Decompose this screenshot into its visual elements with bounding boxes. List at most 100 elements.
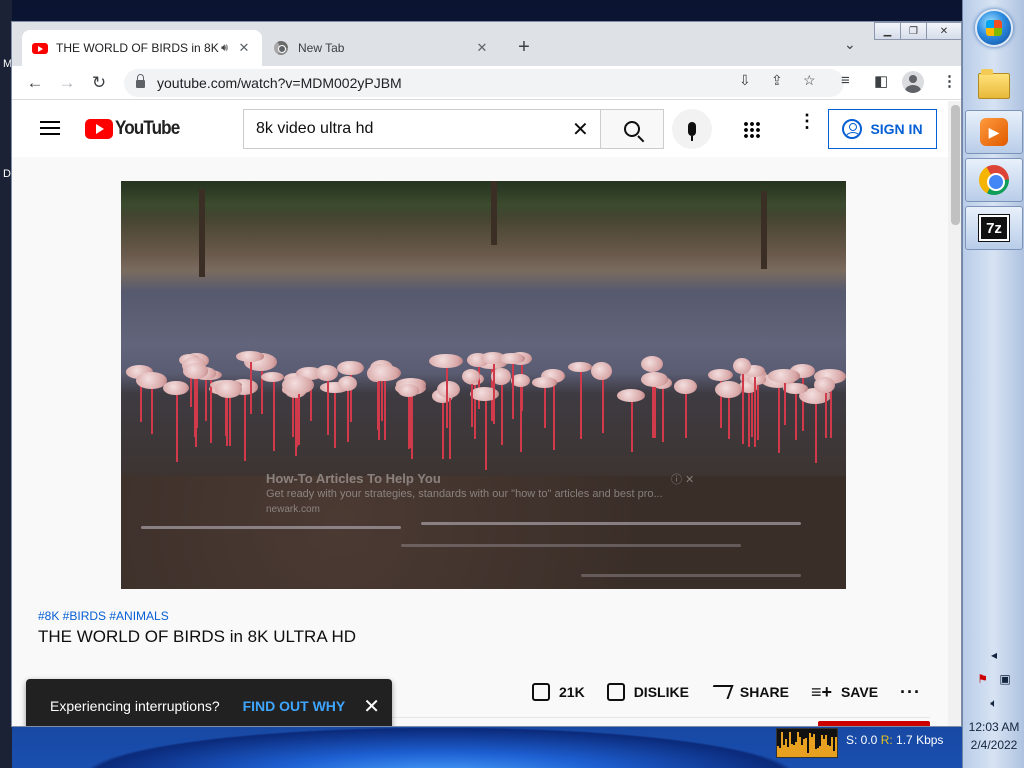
settings-more-icon[interactable]: ⋮ (798, 112, 816, 130)
restore-button[interactable]: ❐ (900, 22, 927, 40)
video-dead-tree (199, 189, 205, 277)
flamingo-leg (272, 382, 275, 452)
action-center-flag-icon[interactable]: ⚑ (977, 672, 988, 686)
flamingo-leg (410, 395, 413, 449)
youtube-header: YouTube 8k video ultra hd ✕ ⋮ SIGN IN (12, 101, 948, 157)
network-received-label: R: (880, 733, 893, 747)
apps-grid-icon[interactable] (743, 121, 761, 139)
hamburger-menu-icon[interactable] (40, 121, 60, 135)
save-button[interactable]: ≡+ SAVE (811, 683, 878, 701)
flamingo-leg (176, 395, 179, 463)
more-actions-icon[interactable]: ··· (900, 682, 921, 703)
taskbar-explorer[interactable] (965, 64, 1023, 108)
video-dead-tree (491, 181, 497, 245)
flamingo (641, 372, 668, 387)
flamingo (429, 354, 463, 369)
flamingo (707, 369, 733, 382)
youtube-favicon-icon (32, 42, 48, 54)
lock-icon[interactable] (136, 74, 145, 88)
start-button[interactable] (965, 6, 1023, 50)
close-tab-icon[interactable]: ✕ (236, 40, 252, 56)
share-page-icon[interactable]: ⇪ (771, 72, 783, 89)
close-window-button[interactable]: ✕ (926, 22, 961, 40)
sign-in-label: SIGN IN (870, 121, 923, 137)
share-label: SHARE (739, 684, 789, 700)
video-ad-overlay[interactable]: How-To Articles To Help You Get ready wi… (266, 471, 706, 515)
find-out-why-link[interactable]: FIND OUT WHY (243, 698, 346, 714)
bookmark-star-icon[interactable]: ☆ (803, 72, 816, 89)
wallpaper-wave (90, 728, 790, 768)
chrome-menu-icon[interactable]: ⋮ (942, 72, 957, 90)
network-icon[interactable]: ▣ (999, 672, 1010, 686)
tray-expand-icon[interactable]: ◂ (963, 648, 1024, 662)
flamingo-leg (484, 400, 487, 470)
media-control-icon[interactable]: ≡ (841, 72, 850, 89)
close-tab-icon[interactable]: ✕ (474, 40, 490, 56)
scrollbar-thumb[interactable] (951, 105, 960, 225)
flamingo-leg (493, 363, 496, 424)
like-button[interactable]: 21K (532, 683, 585, 701)
volume-icon[interactable]: 🔈︎ (963, 696, 1024, 711)
tab-new-tab[interactable]: New Tab ✕ (264, 30, 500, 66)
flamingo (367, 364, 401, 382)
video-hashtags[interactable]: #8K #BIRDS #ANIMALS (38, 609, 169, 623)
install-app-icon[interactable]: ⇩ (739, 72, 751, 89)
youtube-logo[interactable]: YouTube (85, 118, 186, 140)
voice-search-button[interactable] (672, 109, 712, 149)
forward-arrow-icon[interactable]: → (55, 71, 79, 95)
flamingo (182, 363, 208, 379)
windows-explorer-icon (978, 69, 1010, 99)
media-player-icon: ▶ (980, 118, 1008, 146)
clock-date[interactable]: 2/4/2022 (963, 738, 1024, 752)
tab-search-chevron-down-icon[interactable]: ⌄ (844, 36, 856, 53)
flamingo-leg (334, 392, 337, 448)
dislike-button[interactable]: DISLIKE (606, 683, 689, 701)
flamingo-leg (408, 396, 411, 450)
flamingo-leg (298, 393, 301, 446)
chrome-icon (979, 165, 1009, 195)
search-input[interactable]: 8k video ultra hd (243, 109, 601, 149)
flamingo (591, 362, 613, 381)
thumbs-up-icon (532, 683, 550, 701)
video-player[interactable]: How-To Articles To Help You Get ready wi… (121, 181, 846, 589)
dislike-label: DISLIKE (633, 684, 689, 700)
clear-search-icon[interactable]: ✕ (572, 117, 589, 142)
reload-icon[interactable]: ↻ (87, 71, 111, 95)
like-count: 21K (559, 684, 585, 700)
microphone-icon (688, 122, 696, 141)
page-scrollbar[interactable] (948, 101, 961, 726)
account-circle-icon (842, 119, 863, 139)
ad-close-icon[interactable]: ⓘ ✕ (671, 471, 694, 487)
taskbar-7zip[interactable]: 7z (965, 206, 1023, 250)
taskbar: ▶ 7z ◂ ⚑ ▣ 🔈︎ 12:03 AM 2/4/2022 (962, 0, 1024, 768)
toast-message: Experiencing interruptions? (50, 698, 220, 714)
youtube-play-icon (85, 119, 113, 139)
taskbar-media-player[interactable]: ▶ (965, 110, 1023, 154)
taskbar-chrome[interactable] (965, 158, 1023, 202)
flamingo (714, 381, 742, 399)
back-arrow-icon[interactable]: ← (23, 71, 47, 95)
minimize-button[interactable]: ▁ (874, 22, 901, 40)
flamingo-leg (778, 387, 781, 453)
close-toast-icon[interactable]: ✕ (363, 694, 380, 719)
flamingo-leg (580, 372, 583, 439)
share-button[interactable]: SHARE (708, 684, 789, 700)
video-dead-tree (761, 191, 767, 269)
tab-youtube[interactable]: THE WORLD OF BIRDS in 8K 🔊︎ ✕ (22, 30, 262, 66)
profile-avatar-icon[interactable] (902, 71, 924, 93)
flamingo (261, 372, 285, 383)
clock-time[interactable]: 12:03 AM (963, 720, 1024, 734)
sign-in-button[interactable]: SIGN IN (828, 109, 937, 149)
flamingo (316, 364, 338, 381)
subscribe-button[interactable] (818, 721, 930, 726)
flamingo-leg (448, 397, 451, 460)
new-tab-button[interactable]: + (512, 36, 536, 59)
address-bar[interactable]: youtube.com/watch?v=MDM002yPJBM (124, 69, 844, 97)
audio-playing-icon[interactable]: 🔊︎ (221, 42, 228, 55)
flamingo-leg (347, 390, 350, 442)
browser-toolbar: ← → ↻ youtube.com/watch?v=MDM002yPJBM ⇩ … (12, 66, 961, 100)
flamingo-leg (795, 393, 798, 441)
search-button[interactable] (600, 109, 664, 149)
side-panel-icon[interactable]: ◧ (874, 72, 888, 90)
chrome-window: THE WORLD OF BIRDS in 8K 🔊︎ ✕ New Tab ✕ … (11, 21, 962, 727)
